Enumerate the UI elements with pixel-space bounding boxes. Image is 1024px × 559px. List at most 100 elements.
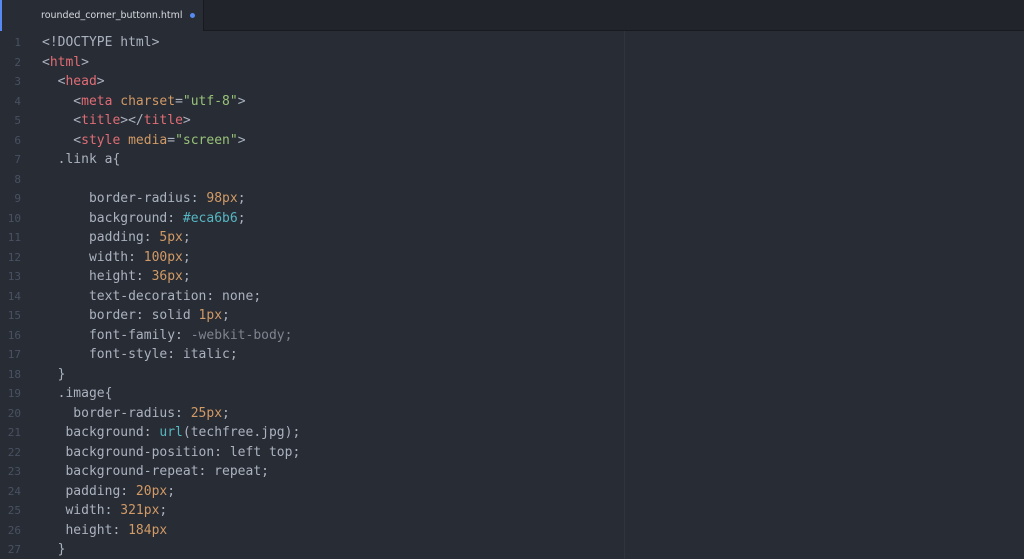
code-token: head [65, 74, 97, 89]
line-number: 14 [7, 289, 21, 303]
line-number: 16 [7, 328, 21, 342]
wrap-guide [624, 31, 625, 559]
tab-title: rounded_corner_buttonn.html [41, 10, 183, 21]
code-token: ; [182, 269, 191, 284]
tab-bar: rounded_corner_buttonn.html [0, 0, 1024, 31]
line-number: 2 [14, 55, 21, 69]
code-token: ; [182, 249, 191, 265]
code-token: > [237, 93, 246, 109]
code-token: text-decoration: none; [42, 288, 262, 304]
line-number: 15 [7, 309, 21, 322]
code-line[interactable]: background: #eca6b6; [42, 209, 246, 229]
code-token: border: solid [42, 308, 199, 323]
code-line[interactable]: padding: 5px; [42, 228, 191, 248]
code-token: media [128, 132, 168, 148]
modified-dot-icon[interactable] [190, 13, 195, 18]
code-token: 98px [206, 191, 238, 206]
code-token: "screen" [175, 132, 238, 148]
code-line[interactable]: .link a{ [42, 150, 121, 170]
line-number-gutter: 1 2 3 4 5 6 7 8 9 10 11 12 13 14 15 16 17 18 19 20 21 22 23 24 2… [0, 31, 30, 559]
code-token: background-position: left top; [42, 444, 301, 460]
code-editor[interactable]: <!DOCTYPE html> <html> <head> <meta chars… [42, 31, 622, 559]
line-number: 13 [7, 270, 21, 283]
code-token: 1px [198, 308, 223, 323]
line-number: 26 [7, 523, 21, 537]
code-token: background: [42, 425, 160, 440]
code-token: font-family: [42, 327, 191, 343]
code-token: < [42, 113, 82, 128]
code-token: height: [42, 269, 152, 284]
code-token: background-repeat: repeat; [42, 464, 269, 479]
code-line[interactable]: background-position: left top; [42, 443, 300, 463]
code-line[interactable]: height: 36px; [42, 267, 191, 287]
code-token: ; [222, 405, 230, 421]
code-token: "utf-8" [182, 93, 238, 109]
code-line[interactable]: .image{ [42, 384, 113, 404]
code-token: 5px [159, 230, 183, 245]
code-line[interactable]: height: 184px [42, 521, 167, 541]
code-line[interactable]: <html> [42, 53, 89, 73]
line-number: 19 [7, 387, 21, 400]
code-token: 321px [120, 503, 160, 518]
code-token: ; [182, 230, 191, 245]
code-token: < [42, 74, 66, 89]
code-line[interactable]: <meta charset="utf-8"> [42, 92, 246, 112]
code-token: .link a{ [42, 152, 121, 167]
editor-window: rounded_corner_buttonn.html 1 2 3 4 5 6 7 8 9 10 1… [0, 0, 1024, 559]
code-line[interactable]: <title></title> [42, 111, 190, 131]
code-token: 25px [190, 405, 223, 421]
line-number: 3 [14, 75, 21, 88]
code-line[interactable]: text-decoration: none; [42, 287, 261, 307]
line-number: 24 [7, 484, 21, 498]
code-token: border-radius: [42, 191, 207, 206]
code-line[interactable]: width: 100px; [42, 248, 191, 268]
code-token: .image{ [42, 386, 113, 401]
code-line[interactable]: <!DOCTYPE html> [42, 33, 159, 53]
line-number: 21 [7, 426, 21, 439]
code-line[interactable]: } [42, 540, 66, 559]
code-token: } [42, 542, 66, 557]
code-line[interactable]: background: url(techfree.jpg); [42, 423, 300, 443]
code-line[interactable]: width: 321px; [42, 501, 167, 521]
line-number: 5 [14, 114, 21, 127]
code-token: < [42, 132, 82, 148]
code-token: html [49, 54, 82, 70]
code-token: style [81, 132, 129, 148]
line-number: 9 [14, 192, 21, 205]
code-token: padding: [42, 483, 136, 499]
code-line[interactable]: background-repeat: repeat; [42, 462, 269, 482]
line-number: 8 [14, 172, 21, 186]
code-token: height: [42, 522, 129, 538]
tab-rounded-corner-buttonn[interactable]: rounded_corner_buttonn.html [0, 0, 204, 31]
code-line[interactable]: font-family: -webkit-body; [42, 326, 293, 346]
code-line[interactable]: font-style: italic; [42, 345, 238, 365]
line-number: 20 [7, 406, 21, 420]
code-token: 184px [128, 522, 168, 538]
code-token: ></ [120, 113, 144, 128]
code-token: 20px [135, 483, 168, 499]
code-token: < [42, 54, 50, 70]
code-token: title [81, 113, 121, 128]
code-line[interactable]: border-radius: 25px; [42, 404, 230, 424]
code-line[interactable]: border: solid 1px; [42, 306, 230, 326]
line-number: 10 [7, 211, 21, 225]
code-token: ; [237, 191, 246, 206]
code-token: #eca6b6 [182, 210, 238, 226]
code-line[interactable]: border-radius: 98px; [42, 189, 246, 209]
code-token: ; [159, 503, 168, 518]
code-token: > [96, 74, 105, 89]
line-number: 25 [7, 504, 21, 517]
code-token: title [143, 113, 183, 128]
code-line[interactable]: } [42, 365, 66, 385]
code-line[interactable]: padding: 20px; [42, 482, 175, 502]
code-token: font-style: italic; [42, 347, 238, 362]
code-token: <!DOCTYPE html> [42, 35, 160, 50]
code-token: > [81, 54, 89, 70]
code-line[interactable]: <style media="screen"> [42, 131, 245, 151]
code-token: meta [81, 93, 121, 109]
code-token: (techfree.jpg); [182, 425, 301, 440]
code-token: padding: [42, 230, 160, 245]
code-line[interactable]: <head> [42, 72, 105, 92]
code-token: = [167, 132, 176, 148]
code-token: < [42, 93, 82, 109]
